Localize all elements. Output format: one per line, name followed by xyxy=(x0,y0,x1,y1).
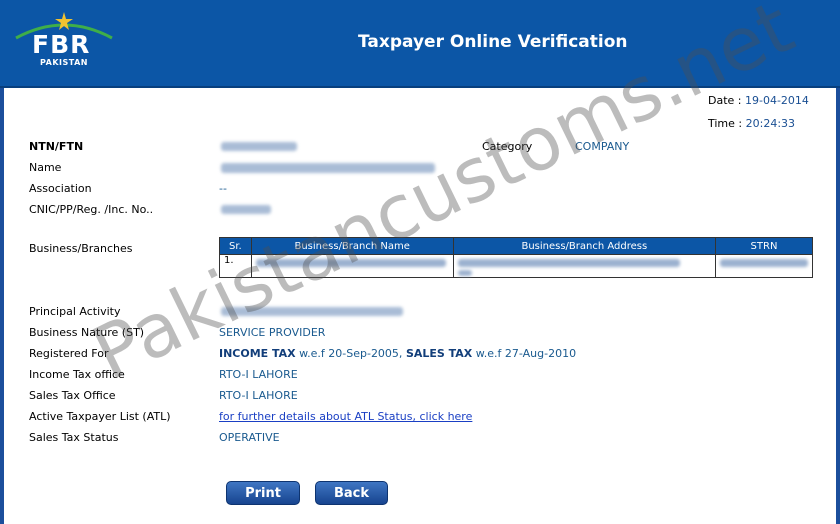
column-header-branch-name: Business/Branch Name xyxy=(250,237,454,255)
principal-activity-redacted xyxy=(221,307,403,316)
sales-tax-label: SALES TAX xyxy=(405,347,473,360)
branches-table: Sr. Business/Branch Name Business/Branch… xyxy=(219,237,813,278)
page-title: Taxpayer Online Verification xyxy=(358,32,628,52)
column-header-branch-address: Business/Branch Address xyxy=(452,237,717,255)
cnic-value-redacted xyxy=(221,205,271,214)
cnic-label: CNIC/PP/Reg. /Inc. No.. xyxy=(29,203,154,216)
income-tax-label: INCOME TAX xyxy=(219,347,296,360)
print-button[interactable]: Print xyxy=(226,481,300,505)
atl-label: Active Taxpayer List (ATL) xyxy=(29,410,171,423)
association-label: Association xyxy=(29,182,92,195)
category-value: COMPANY xyxy=(575,140,630,153)
income-tax-date: w.e.f 20-Sep-2005, xyxy=(295,347,406,360)
principal-activity-label: Principal Activity xyxy=(29,305,121,318)
sales-tax-office-label: Sales Tax Office xyxy=(29,389,116,402)
date-label: Date : xyxy=(708,94,745,107)
header-bar: FBR PAKISTAN Taxpayer Online Verificatio… xyxy=(0,0,840,88)
income-tax-office-value: RTO-I LAHORE xyxy=(219,368,298,381)
sales-tax-status-value: OPERATIVE xyxy=(219,431,280,444)
registered-for-label: Registered For xyxy=(29,347,109,360)
sales-tax-status-label: Sales Tax Status xyxy=(29,431,119,444)
time-value: 20:24:33 xyxy=(745,117,796,130)
business-nature-label: Business Nature (ST) xyxy=(29,326,145,339)
time-label: Time : xyxy=(708,117,746,130)
atl-details-link[interactable]: for further details about ATL Status, cl… xyxy=(219,410,472,423)
column-header-strn: STRN xyxy=(715,237,813,255)
branches-header-row: Sr. Business/Branch Name Business/Branch… xyxy=(219,237,813,255)
column-header-sr: Sr. xyxy=(219,237,252,255)
time-display: Time : 20:24:33 xyxy=(708,117,795,130)
sales-tax-office-value: RTO-I LAHORE xyxy=(219,389,298,402)
branches-label: Business/Branches xyxy=(29,242,133,255)
cell-branch-name-redacted xyxy=(250,254,454,278)
cell-branch-address-redacted xyxy=(452,254,717,278)
logo-subtext: PAKISTAN xyxy=(40,58,88,67)
name-label: Name xyxy=(29,161,62,174)
registered-for-value: INCOME TAX w.e.f 20-Sep-2005, SALES TAX … xyxy=(219,347,576,360)
cell-sr: 1. xyxy=(219,254,252,278)
business-nature-value: SERVICE PROVIDER xyxy=(219,326,326,339)
date-value: 19-04-2014 xyxy=(745,94,809,107)
back-button[interactable]: Back xyxy=(315,481,388,505)
income-tax-office-label: Income Tax office xyxy=(29,368,125,381)
sales-tax-date: w.e.f 27-Aug-2010 xyxy=(472,347,577,360)
association-value: -- xyxy=(219,182,227,195)
logo-text: FBR xyxy=(32,30,91,59)
ntn-value-redacted xyxy=(221,142,297,151)
cell-strn-redacted xyxy=(715,254,813,278)
ntn-label: NTN/FTN xyxy=(29,140,84,153)
date-display: Date : 19-04-2014 xyxy=(708,94,809,107)
category-label: Category xyxy=(482,140,533,153)
table-row: 1. xyxy=(219,254,813,278)
name-value-redacted xyxy=(221,163,435,173)
